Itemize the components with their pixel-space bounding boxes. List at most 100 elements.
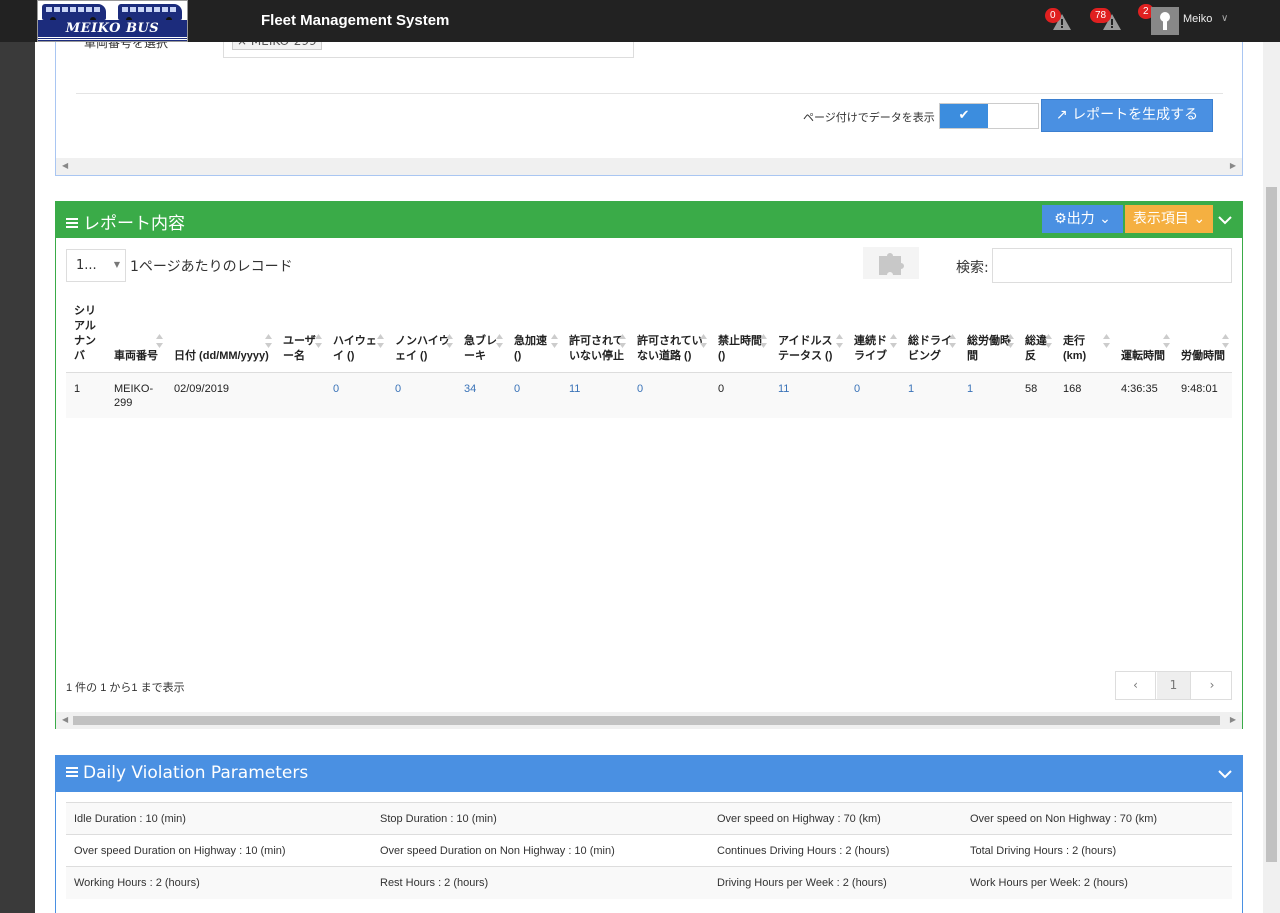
table-cell[interactable]: 0 xyxy=(325,372,387,418)
table-cell[interactable]: 0 xyxy=(629,372,710,418)
table-row: Over speed Duration on Highway : 10 (min… xyxy=(66,834,1232,867)
sort-icon xyxy=(1103,333,1110,348)
sort-icon xyxy=(949,333,956,348)
column-header[interactable]: 急ブレーキ xyxy=(456,296,506,373)
bus-graphic xyxy=(42,4,106,23)
sort-icon xyxy=(551,333,558,348)
bus-graphic xyxy=(118,4,182,23)
generate-report-button[interactable]: ↗ レポートを生成する xyxy=(1041,99,1213,132)
table-cell[interactable]: 1 xyxy=(959,372,1017,418)
chevron-down-icon[interactable] xyxy=(1216,211,1234,229)
divider xyxy=(76,93,1223,94)
column-header[interactable]: 労働時間 xyxy=(1173,296,1232,373)
column-header[interactable]: 禁止時間 () xyxy=(710,296,770,373)
column-header[interactable]: 日付 (dd/MM/yyyy) xyxy=(166,296,275,373)
violation-param: Driving Hours per Week : 2 (hours) xyxy=(709,866,962,899)
scrollbar-thumb[interactable] xyxy=(1266,187,1277,862)
report-panel-title: レポート内容 xyxy=(66,209,185,234)
alert-count-badge: 78 xyxy=(1090,8,1112,23)
alert-warning-icon[interactable]: 0 xyxy=(1045,8,1072,31)
pagination-next[interactable]: › xyxy=(1192,672,1232,699)
alert-warning-icon[interactable]: 78 xyxy=(1090,8,1122,31)
page-length-select[interactable]: 1... ▼ xyxy=(66,249,126,282)
column-header[interactable]: 総違反 xyxy=(1017,296,1055,373)
table-cell: 168 xyxy=(1055,372,1113,418)
violation-table: Idle Duration : 10 (min) Stop Duration : … xyxy=(66,802,1232,899)
column-header[interactable]: ノンハイウェイ () xyxy=(387,296,456,373)
horizontal-scrollbar[interactable]: ◀ ▶ xyxy=(56,712,1242,729)
logo-text: MEIKO BUS xyxy=(38,20,187,37)
column-header[interactable]: 総労働時間 xyxy=(959,296,1017,373)
table-cell[interactable]: 1 xyxy=(900,372,959,418)
column-header[interactable]: 総ドライビング xyxy=(900,296,959,373)
table-info: 1 件の 1 から1 まで表示 xyxy=(66,682,185,694)
table-cell[interactable]: 11 xyxy=(561,372,629,418)
table-cell[interactable]: 0 xyxy=(506,372,561,418)
column-header[interactable]: アイドルステータス () xyxy=(770,296,846,373)
column-visibility-button[interactable]: 表示項目 ⌄ xyxy=(1125,205,1213,233)
sort-icon xyxy=(1222,333,1229,348)
sort-icon xyxy=(1163,333,1170,348)
main-content: 車両番号を選択 × MEIKO-299 ページ付けでデータを表示 ✔ ↗ レポー… xyxy=(35,0,1263,913)
table-row: 1 MEIKO-299 02/09/2019 0 0 34 0 11 0 0 11 0 1 1 58 168 4… xyxy=(66,372,1232,418)
column-header[interactable]: 運転時間 xyxy=(1113,296,1173,373)
sort-icon xyxy=(700,333,707,348)
column-header[interactable]: 許可されていない道路 () xyxy=(629,296,710,373)
gears-icon: ⚙ xyxy=(1054,211,1067,227)
violation-param: Rest Hours : 2 (hours) xyxy=(372,866,709,899)
sort-icon xyxy=(446,333,453,348)
column-header[interactable]: ハイウェイ () xyxy=(325,296,387,373)
vertical-scrollbar[interactable] xyxy=(1263,42,1280,913)
paging-toggle[interactable]: ✔ xyxy=(939,103,1039,129)
scroll-right-icon[interactable]: ▶ xyxy=(1230,161,1236,170)
meiko-bus-logo[interactable]: MEIKO BUS xyxy=(37,0,188,42)
column-header[interactable]: 走行 (km) xyxy=(1055,296,1113,373)
user-name[interactable]: Meiko xyxy=(1183,13,1212,25)
caret-down-icon: ▼ xyxy=(113,260,120,269)
column-header[interactable]: シリアルナンバ xyxy=(66,296,106,373)
horizontal-scrollbar[interactable]: ◀ ▶ xyxy=(56,158,1242,175)
table-cell[interactable]: 0 xyxy=(387,372,456,418)
pagination-current[interactable]: 1 xyxy=(1157,672,1191,699)
chevron-down-icon[interactable] xyxy=(1216,765,1234,783)
avatar[interactable] xyxy=(1151,7,1179,35)
scroll-left-icon[interactable]: ◀ xyxy=(62,715,68,724)
table-cell: 58 xyxy=(1017,372,1055,418)
column-header[interactable]: ユーザー名 xyxy=(275,296,325,373)
scroll-left-icon[interactable]: ◀ xyxy=(62,161,68,170)
violation-param: Work Hours per Week: 2 (hours) xyxy=(962,866,1232,899)
app-title: Fleet Management System xyxy=(261,12,450,29)
report-table: シリアルナンバ 車両番号 日付 (dd/MM/yyyy) ユーザー名 ハイウェイ () ノ… xyxy=(66,296,1232,418)
report-panel: レポート内容 ⚙出力 ⌄ 表示項目 ⌄ 1... ▼ 1ページあたりのレコード … xyxy=(55,201,1243,729)
search-input[interactable] xyxy=(992,248,1232,283)
violation-param: Over speed on Highway : 70 (km) xyxy=(709,802,962,835)
table-cell[interactable]: 34 xyxy=(456,372,506,418)
check-icon: ✔ xyxy=(940,104,988,128)
violation-param: Continues Driving Hours : 2 (hours) xyxy=(709,834,962,867)
sort-icon xyxy=(836,333,843,348)
scrollbar-thumb[interactable] xyxy=(73,716,1220,725)
pagination: ‹ 1 › xyxy=(1115,671,1232,700)
scroll-right-icon[interactable]: ▶ xyxy=(1230,715,1236,724)
menu-icon xyxy=(66,218,78,228)
column-header[interactable]: 許可されていない停止 xyxy=(561,296,629,373)
sort-icon xyxy=(890,333,897,348)
column-header[interactable]: 車両番号 xyxy=(106,296,166,373)
violation-param: Over speed Duration on Highway : 10 (min… xyxy=(66,834,372,867)
sort-icon xyxy=(315,333,322,348)
chevron-down-icon[interactable]: ∨ xyxy=(1221,13,1228,24)
table-cell: MEIKO-299 xyxy=(106,372,166,418)
violation-panel: Daily Violation Parameters Idle Duration… xyxy=(55,755,1243,913)
column-header[interactable]: 急加速 () xyxy=(506,296,561,373)
table-cell[interactable]: 0 xyxy=(846,372,900,418)
table-cell[interactable]: 11 xyxy=(770,372,846,418)
menu-icon xyxy=(66,767,78,777)
export-button[interactable]: ⚙出力 ⌄ xyxy=(1042,205,1123,233)
column-header[interactable]: 連続ドライブ xyxy=(846,296,900,373)
violation-panel-header: Daily Violation Parameters xyxy=(56,756,1242,792)
sort-icon xyxy=(156,333,163,348)
sort-icon xyxy=(496,333,503,348)
pagination-prev[interactable]: ‹ xyxy=(1116,672,1156,699)
sort-icon xyxy=(619,333,626,348)
sort-icon xyxy=(760,333,767,348)
